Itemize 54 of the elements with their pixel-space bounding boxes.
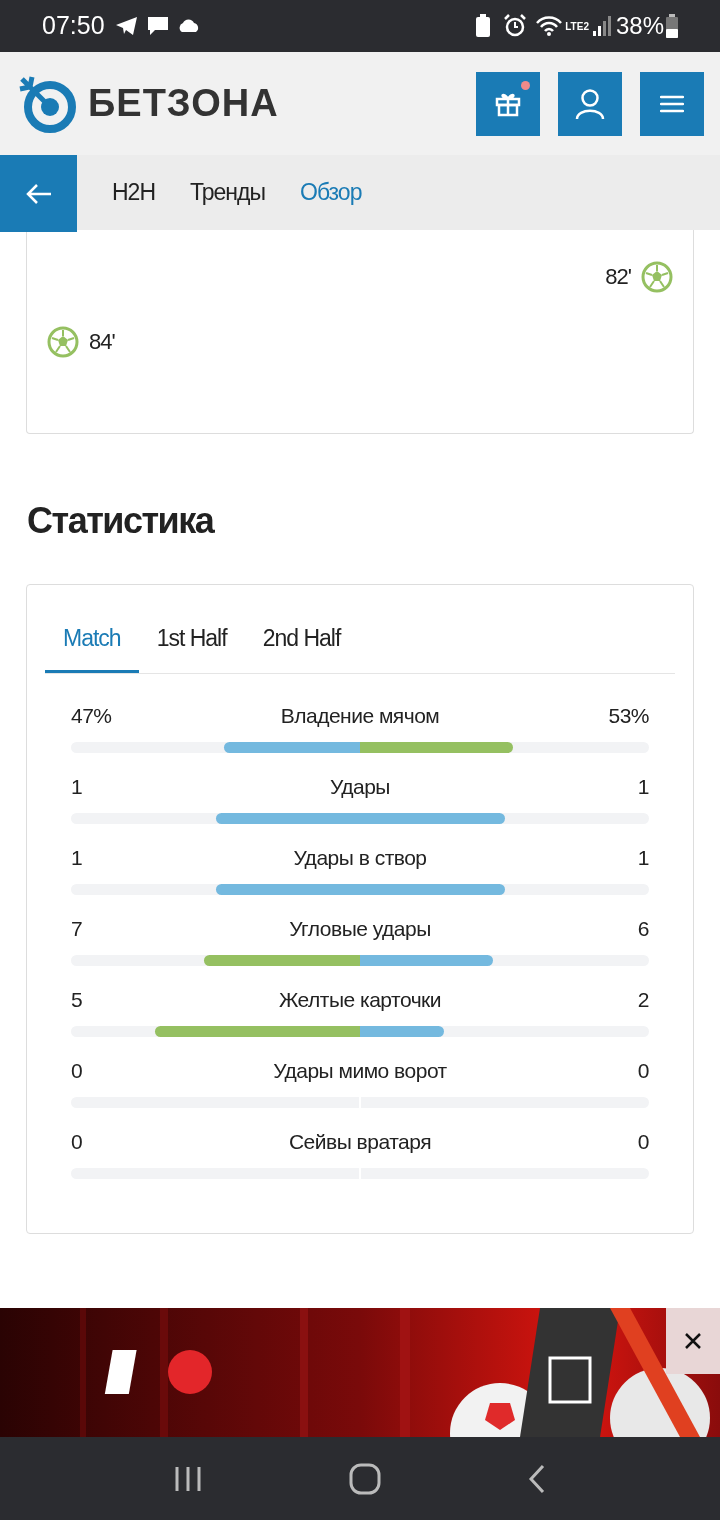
wifi-icon [535, 15, 564, 37]
stat-label: Удары мимо ворот [273, 1057, 447, 1084]
football-icon [47, 325, 79, 358]
period-tab[interactable]: 1st Half [138, 621, 245, 673]
network-type: LTE2 [565, 20, 589, 32]
home-icon[interactable] [349, 1462, 381, 1495]
period-tab[interactable]: 2nd Half [244, 621, 359, 673]
nav-tab[interactable]: Обзор [300, 175, 362, 210]
menu-button[interactable] [640, 71, 704, 136]
stat-value: 1 [637, 844, 649, 871]
event-minute: 84' [89, 328, 115, 356]
alarm-icon [503, 14, 528, 38]
message-icon [146, 16, 169, 36]
signal-icon [591, 15, 612, 37]
stat-value: 6 [637, 915, 649, 942]
nav-tab[interactable]: Тренды [190, 175, 265, 210]
profile-button[interactable] [558, 71, 622, 136]
event-minute: 82' [605, 263, 631, 291]
logo-icon[interactable] [18, 74, 76, 133]
battery-percent: 38% [615, 11, 664, 41]
stat-label: Владение мячом [280, 702, 440, 729]
period-tab[interactable]: Match [45, 621, 139, 673]
stat-value: 2 [637, 986, 649, 1013]
logo-text[interactable]: БЕТЗОНА [88, 75, 279, 132]
telegram-icon [114, 16, 139, 36]
stat-value: 0 [71, 1128, 83, 1155]
section-heading: Статистика [27, 499, 215, 543]
nav-tab[interactable]: H2H [112, 175, 155, 210]
menu-icon [660, 94, 684, 113]
stat-value: 1 [637, 773, 649, 800]
close-button[interactable] [666, 1308, 720, 1374]
user-icon [575, 87, 605, 120]
stat-label: Угловые удары [289, 915, 431, 942]
stat-label: Удары [330, 773, 390, 800]
stat-label: Желтые карточки [278, 986, 442, 1013]
battery-icon [666, 14, 678, 38]
stat-label: Удары в створ [293, 844, 427, 871]
stat-value: 1 [71, 844, 83, 871]
gift-button[interactable] [476, 71, 540, 136]
back-arrow-icon [24, 182, 53, 205]
stat-value: 0 [637, 1057, 649, 1084]
clock: 07:50 [42, 10, 105, 42]
stat-label: Сейвы вратаря [288, 1128, 432, 1155]
stat-value: 7 [71, 915, 83, 942]
stat-value: 1 [71, 773, 83, 800]
stat-value: 5 [71, 986, 83, 1013]
stat-value: 53% [608, 702, 649, 729]
stat-value: 0 [637, 1128, 649, 1155]
recent-apps-icon[interactable] [173, 1464, 203, 1493]
close-icon [684, 1332, 702, 1350]
back-icon[interactable] [527, 1463, 547, 1494]
stat-value: 47% [71, 702, 112, 729]
football-icon [641, 260, 673, 293]
stat-value: 0 [71, 1057, 83, 1084]
